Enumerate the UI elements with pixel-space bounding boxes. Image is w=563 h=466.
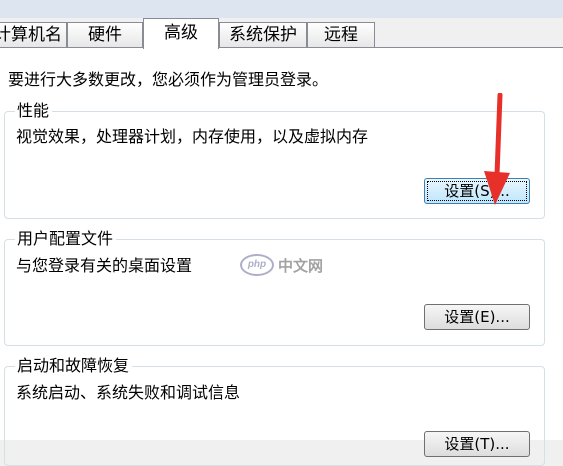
red-arrow-icon [484, 93, 510, 205]
startup-recovery-settings-button[interactable]: 设置(T)... [424, 431, 530, 457]
performance-group: 性能 视觉效果，处理器计划，内存使用，以及虚拟内存 设置(S)... [4, 100, 545, 219]
advanced-tab-panel: 要进行大多数更改，您必须作为管理员登录。 性能 视觉效果，处理器计划，内存使用，… [0, 47, 563, 466]
performance-description: 视觉效果，处理器计划，内存使用，以及虚拟内存 [16, 127, 369, 146]
user-profiles-description: 与您登录有关的桌面设置 [16, 256, 193, 275]
user-profiles-title: 用户配置文件 [15, 228, 117, 250]
startup-recovery-title: 启动和故障恢复 [15, 355, 133, 377]
startup-recovery-settings-label: 设置(T)... [444, 435, 510, 453]
startup-recovery-description: 系统启动、系统失败和调试信息 [16, 383, 241, 402]
tab-advanced[interactable]: 高级 [143, 18, 219, 49]
performance-title: 性能 [15, 100, 53, 122]
user-profiles-group: 用户配置文件 与您登录有关的桌面设置 设置(E)... [4, 228, 545, 346]
tab-remote[interactable]: 远程 [307, 22, 375, 47]
tab-computer-name[interactable]: 计算机名 [0, 22, 67, 47]
window-title-strip [0, 0, 563, 18]
user-profiles-settings-button[interactable]: 设置(E)... [424, 304, 530, 330]
startup-recovery-group: 启动和故障恢复 系统启动、系统失败和调试信息 设置(T)... [4, 355, 545, 466]
tab-bar: 计算机名 硬件 高级 系统保护 远程 [0, 18, 563, 49]
tab-system-protection[interactable]: 系统保护 [219, 22, 307, 47]
admin-notice: 要进行大多数更改，您必须作为管理员登录。 [8, 70, 329, 89]
tab-hardware[interactable]: 硬件 [67, 22, 143, 47]
user-profiles-settings-label: 设置(E)... [444, 308, 510, 326]
